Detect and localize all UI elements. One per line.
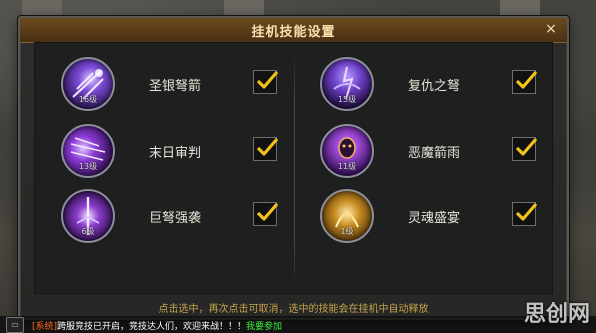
skill-item-demon-arrow-rain[interactable]: 11级 恶魔箭雨 [320, 124, 560, 180]
giant-crossbow-assault-icon: 6级 [61, 189, 115, 243]
skill-item-doomsday-judgement[interactable]: 13级 末日审判 [61, 124, 301, 180]
checkmark-icon [256, 137, 279, 156]
chat-message: [系统]跨服竞技已开启，竞技达人们，欢迎来战！！！我要参加 [32, 319, 282, 332]
skill-item-vengeance-crossbow[interactable]: 15级 复仇之弩 [320, 57, 560, 113]
skill-checkbox[interactable] [253, 202, 279, 226]
dialog-hint: 点击选中，再次点击可取消，选中的技能会在挂机中自动释放 [158, 304, 429, 315]
demon-arrow-rain-icon: 11级 [320, 124, 374, 178]
dialog-title: 挂机技能设置 [251, 25, 336, 40]
chat-text: 跨服竞技已开启，竞技达人们，欢迎来战！！！ [57, 322, 247, 332]
skill-name: 末日审判 [149, 146, 202, 161]
skill-checkbox[interactable] [512, 202, 538, 226]
doomsday-judgement-icon: 13级 [61, 124, 115, 178]
system-tag: [系统] [32, 322, 58, 332]
dialog-titlebar: 挂机技能设置 × [20, 18, 567, 43]
join-link[interactable]: 我要参加 [246, 322, 282, 332]
skill-item-soul-feast[interactable]: 1级 灵魂盛宴 [320, 189, 560, 245]
background-post [22, 0, 62, 16]
checkmark-icon [515, 70, 538, 89]
checkmark-icon [515, 137, 538, 156]
skill-checkbox[interactable] [253, 70, 279, 94]
checkmark-icon [256, 70, 279, 89]
skill-name: 复仇之弩 [408, 79, 461, 94]
chat-toggle-button[interactable]: ▭ [6, 317, 24, 333]
background-post [224, 0, 264, 16]
checkmark-icon [256, 202, 279, 221]
vengeance-crossbow-icon: 15级 [320, 57, 374, 111]
skill-name: 圣银弩箭 [149, 79, 202, 94]
skill-level: 1级 [340, 227, 354, 236]
auto-skill-settings-dialog: 挂机技能设置 × 16级 圣银弩箭 15级 复仇之弩 13级 末日审判 11级 … [18, 16, 569, 320]
skill-checkbox[interactable] [512, 70, 538, 94]
skill-name: 巨弩强袭 [149, 211, 202, 226]
skill-list: 16级 圣银弩箭 15级 复仇之弩 13级 末日审判 11级 恶魔箭雨 6级 巨… [34, 42, 553, 294]
site-watermark: 思创网 [523, 301, 590, 327]
skill-level: 6级 [81, 227, 95, 236]
soul-feast-icon: 1级 [320, 189, 374, 243]
skill-item-silver-crossbow[interactable]: 16级 圣银弩箭 [61, 57, 301, 113]
skill-level: 15级 [337, 95, 357, 104]
skill-item-giant-crossbow-assault[interactable]: 6级 巨弩强袭 [61, 189, 301, 245]
close-button[interactable]: × [543, 20, 559, 38]
skill-name: 恶魔箭雨 [408, 146, 461, 161]
skill-checkbox[interactable] [512, 137, 538, 161]
skill-name: 灵魂盛宴 [408, 211, 461, 226]
skill-level: 16级 [78, 95, 98, 104]
background-post [500, 0, 540, 16]
system-chat-bar: ▭ [系统]跨服竞技已开启，竞技达人们，欢迎来战！！！我要参加 [0, 316, 596, 333]
skill-level: 11级 [337, 162, 357, 171]
skill-level: 13级 [78, 162, 98, 171]
silver-crossbow-bolt-icon: 16级 [61, 57, 115, 111]
skill-checkbox[interactable] [253, 137, 279, 161]
checkmark-icon [515, 202, 538, 221]
